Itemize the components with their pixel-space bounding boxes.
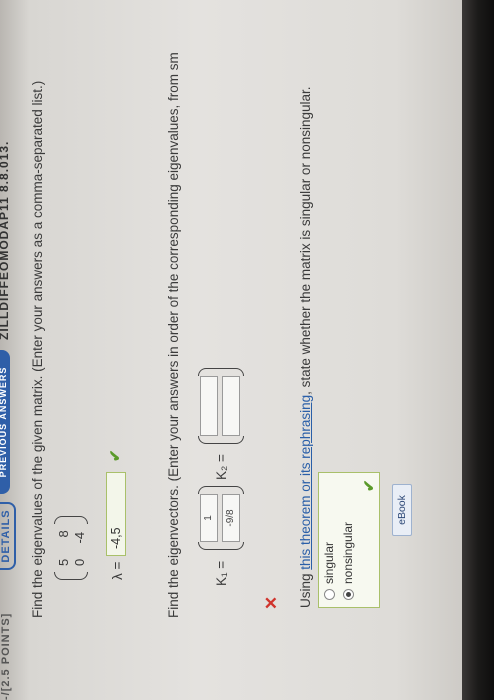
eigenvectors-prompt: Find the eigenvectors. (Enter your answe… — [166, 52, 181, 618]
course-code: ZILLDIFFEQMODAP11 8.8.013. — [0, 140, 8, 340]
k2-input-1[interactable] — [200, 376, 218, 436]
matrix-row-2: 0 -4 — [72, 520, 87, 566]
theorem-suffix: , state whether the matrix is singular o… — [298, 86, 313, 395]
nonsingular-check-icon: ✔ — [361, 479, 378, 492]
k1-input-2[interactable]: -9/8 — [222, 494, 240, 542]
k2-input-2[interactable] — [222, 376, 240, 436]
points-label: -/[2.5 POINTS] — [0, 612, 12, 700]
matrix-right-paren — [54, 516, 88, 524]
matrix-cell-r1c1: 5 — [56, 558, 71, 566]
matrix-cell-r2c2: -4 — [72, 531, 87, 544]
option-nonsingular-label: nonsingular — [341, 521, 355, 584]
lambda-input[interactable]: -4,5 — [106, 472, 126, 556]
eigenvalues-prompt: Find the eigenvalues of the given matrix… — [30, 80, 45, 618]
rotated-page: -/[2.5 POINTS] DETAILS PREVIOUS ANSWERS … — [0, 0, 470, 700]
matrix-left-paren — [54, 572, 88, 580]
theorem-prefix: Using — [298, 569, 313, 608]
theorem-prompt: Using this theorem or its rephrasing, st… — [298, 87, 313, 609]
details-button[interactable]: DETAILS — [0, 502, 16, 570]
option-singular-label: singular — [322, 541, 336, 584]
k1-input-1[interactable]: 1 — [200, 494, 218, 542]
k1-left-bracket — [198, 542, 244, 550]
k2-label: K₂ = — [214, 454, 229, 480]
incorrect-x-icon: ✕ — [262, 595, 281, 610]
matrix-cell-r2c1: 0 — [72, 558, 87, 566]
radio-singular[interactable] — [324, 589, 335, 600]
matrix-row-1: 5 8 — [56, 528, 71, 566]
k2-left-bracket — [198, 436, 244, 444]
lambda-label: λ = — [110, 561, 125, 580]
theorem-link[interactable]: this theorem or its rephrasing — [298, 395, 313, 570]
lambda-check-icon: ✔ — [107, 449, 124, 462]
k1-right-bracket — [198, 486, 244, 494]
matrix-cell-r1c2: 8 — [56, 530, 71, 538]
ebook-button[interactable]: eBook — [392, 484, 412, 536]
radio-nonsingular[interactable] — [343, 589, 354, 600]
previous-answers-button[interactable]: PREVIOUS ANSWERS — [0, 350, 10, 494]
k2-right-bracket — [198, 368, 244, 376]
k1-label: K₁ = — [214, 560, 229, 586]
